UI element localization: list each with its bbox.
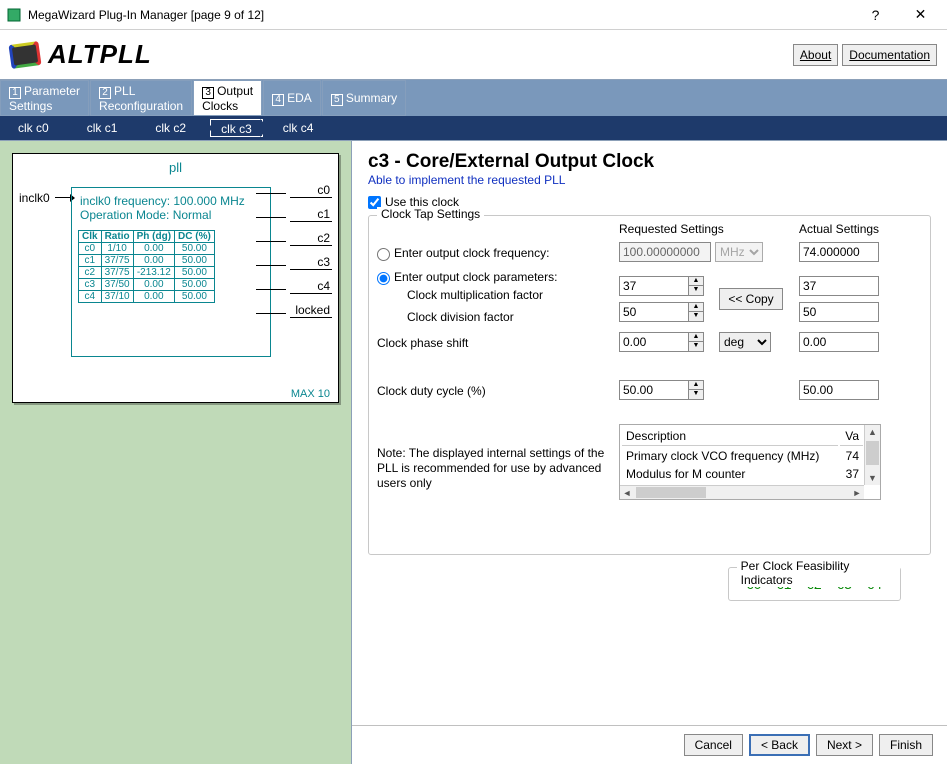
radio-output-frequency[interactable]: Enter output clock frequency: xyxy=(377,246,549,260)
header-band: ALTPLL About Documentation xyxy=(0,30,947,80)
tab-eda[interactable]: 4EDA xyxy=(263,80,321,116)
pin-c1: c1 xyxy=(290,207,332,222)
act-mult-output xyxy=(799,276,879,296)
req-freq-unit-select: MHz xyxy=(715,242,763,262)
act-phase-output xyxy=(799,332,879,352)
table-row: Modulus for M counter37 xyxy=(622,466,863,482)
schematic-freq-line: inclk0 frequency: 100.000 MHz xyxy=(80,194,262,208)
req-duty-spinner[interactable]: ▲▼ xyxy=(689,380,704,400)
pin-locked: locked xyxy=(290,303,332,318)
schematic-core: inclk0 frequency: 100.000 MHz Operation … xyxy=(71,187,271,357)
req-div-input[interactable] xyxy=(619,302,689,322)
subtab-clk-c0[interactable]: clk c0 xyxy=(4,119,67,137)
window-title: MegaWizard Plug-In Manager [page 9 of 12… xyxy=(24,8,853,22)
label-duty-cycle: Clock duty cycle (%) xyxy=(377,384,486,398)
col-requested: Requested Settings xyxy=(619,222,724,236)
act-div-output xyxy=(799,302,879,322)
main-tabs: 1ParameterSettings 2PLLReconfiguration 3… xyxy=(0,80,947,116)
clock-tap-legend: Clock Tap Settings xyxy=(377,207,484,221)
act-duty-output xyxy=(799,380,879,400)
subtab-clk-c2[interactable]: clk c2 xyxy=(141,119,204,137)
subtab-clk-c1[interactable]: clk c1 xyxy=(73,119,136,137)
advanced-note: Note: The displayed internal settings of… xyxy=(377,446,607,491)
req-mult-spinner[interactable]: ▲▼ xyxy=(689,276,704,296)
window-titlebar: MegaWizard Plug-In Manager [page 9 of 12… xyxy=(0,0,947,30)
col-actual: Actual Settings xyxy=(799,222,879,236)
close-button[interactable]: ✕ xyxy=(898,0,943,29)
product-name: ALTPLL xyxy=(48,39,152,70)
schematic-mode-line: Operation Mode: Normal xyxy=(80,208,262,222)
tab-parameter-settings[interactable]: 1ParameterSettings xyxy=(0,80,89,116)
phase-unit-select[interactable]: deg xyxy=(719,332,771,352)
documentation-button[interactable]: Documentation xyxy=(842,44,937,66)
copy-button[interactable]: << Copy xyxy=(719,288,783,310)
about-button[interactable]: About xyxy=(793,44,838,66)
pin-c3: c3 xyxy=(290,255,332,270)
label-mult-factor: Clock multiplication factor xyxy=(407,288,543,302)
back-button[interactable]: < Back xyxy=(749,734,810,756)
feasibility-box: Per Clock Feasibility Indicators c0 c1 c… xyxy=(728,567,901,601)
pin-inclk0: inclk0 xyxy=(19,191,50,205)
pin-c0: c0 xyxy=(290,183,332,198)
act-freq-output xyxy=(799,242,879,262)
cancel-button[interactable]: Cancel xyxy=(684,734,743,756)
desc-vscrollbar[interactable]: ▲▼ xyxy=(864,425,880,485)
next-button[interactable]: Next > xyxy=(816,734,873,756)
req-duty-input[interactable] xyxy=(619,380,689,400)
tab-summary[interactable]: 5Summary xyxy=(322,80,406,116)
page-title: c3 - Core/External Output Clock xyxy=(368,151,931,173)
description-table: DescriptionVa Primary clock VCO frequenc… xyxy=(620,425,865,484)
label-div-factor: Clock division factor xyxy=(407,310,514,324)
table-row: Primary clock VCO frequency (MHz)74 xyxy=(622,448,863,464)
help-button[interactable]: ? xyxy=(853,0,898,29)
schematic-box: pll inclk0 inclk0 frequency: 100.000 MHz… xyxy=(12,153,339,403)
radio-output-parameters[interactable]: Enter output clock parameters: xyxy=(377,270,557,284)
feasibility-legend: Per Clock Feasibility Indicators xyxy=(737,559,900,587)
subtabs: clk c0 clk c1 clk c2 clk c3 clk c4 xyxy=(0,116,947,140)
tab-output-clocks[interactable]: 3OutputClocks xyxy=(193,80,262,116)
finish-button[interactable]: Finish xyxy=(879,734,933,756)
req-phase-input[interactable] xyxy=(619,332,689,352)
label-phase-shift: Clock phase shift xyxy=(377,336,468,350)
schematic-title: pll xyxy=(19,160,332,175)
device-tag: MAX 10 xyxy=(291,388,330,400)
subtab-clk-c3[interactable]: clk c3 xyxy=(210,119,263,137)
req-mult-input[interactable] xyxy=(619,276,689,296)
tab-pll-reconfiguration[interactable]: 2PLLReconfiguration xyxy=(90,80,192,116)
req-div-spinner[interactable]: ▲▼ xyxy=(689,302,704,322)
chip-icon xyxy=(8,41,41,69)
wizard-footer: Cancel < Back Next > Finish xyxy=(352,725,947,764)
pin-c4: c4 xyxy=(290,279,332,294)
req-phase-spinner[interactable]: ▲▼ xyxy=(689,332,704,352)
pin-c2: c2 xyxy=(290,231,332,246)
schematic-panel: pll inclk0 inclk0 frequency: 100.000 MHz… xyxy=(0,141,352,764)
req-freq-input xyxy=(619,242,711,262)
schematic-table: ClkRatioPh (dg)DC (%) c01/100.0050.00 c1… xyxy=(78,230,215,303)
product-logo: ALTPLL xyxy=(10,39,152,70)
subtab-clk-c4[interactable]: clk c4 xyxy=(269,119,332,137)
app-icon xyxy=(4,8,24,22)
desc-hscrollbar[interactable]: ◄► xyxy=(620,485,864,499)
page-subtitle: Able to implement the requested PLL xyxy=(368,173,931,187)
